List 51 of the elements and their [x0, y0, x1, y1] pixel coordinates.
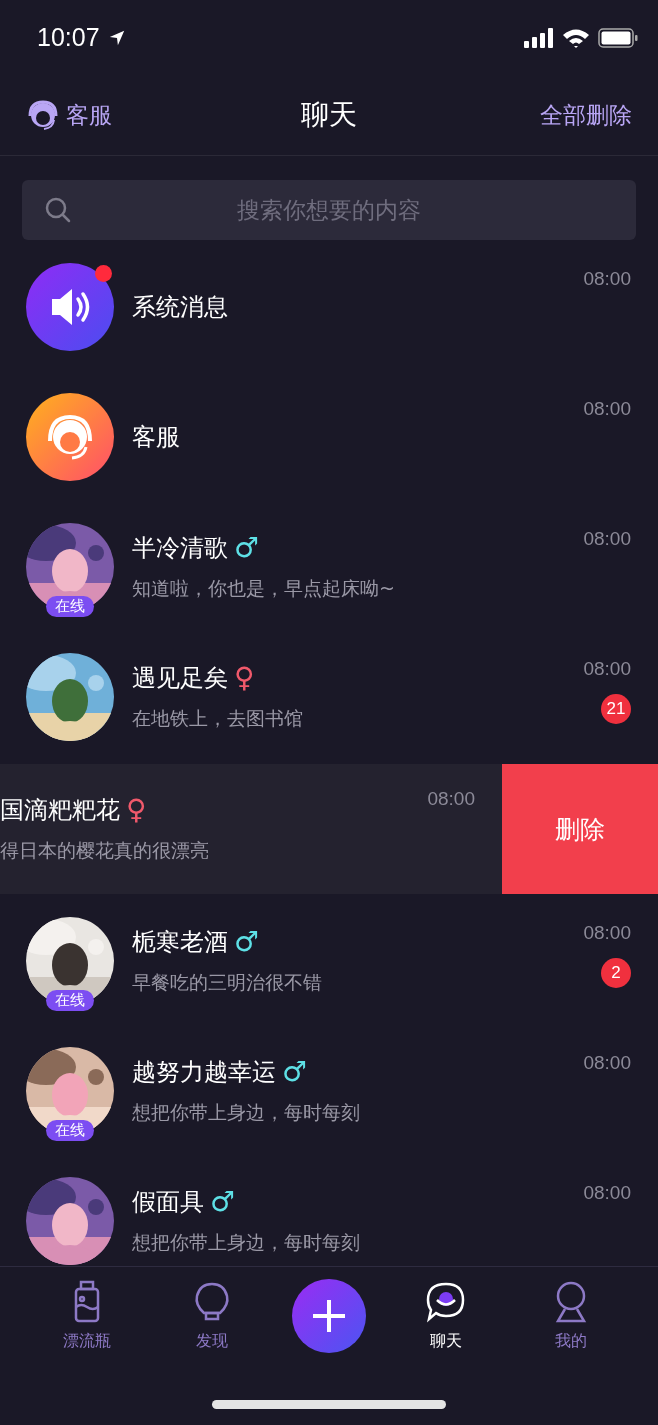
gender-sign: ♂	[234, 534, 260, 562]
page-title: 聊天	[301, 97, 357, 133]
contact-name: 栀寒老酒	[132, 927, 228, 958]
message-preview: 知道啦，你也是，早点起床呦~	[132, 576, 396, 601]
gender-sign: ♂	[210, 1188, 236, 1216]
gender-sign: ♀	[234, 664, 255, 692]
message-preview: 在地铁上，去图书馆	[132, 706, 304, 731]
gender-sign: ♀	[126, 796, 147, 824]
online-tag: 在线	[46, 596, 94, 617]
contact-name: 越努力越幸运	[132, 1057, 276, 1088]
wifi-icon	[562, 27, 590, 48]
message-preview: 早餐吃的三明治很不错	[132, 970, 323, 995]
unread-count: 2	[601, 958, 631, 988]
search-field[interactable]: 搜索你想要的内容	[22, 180, 636, 240]
message-time: 08:00	[583, 268, 631, 290]
contact-name: 系统消息	[132, 292, 228, 323]
gender-sign: ♂	[234, 928, 260, 956]
contact-name: 假面具	[132, 1187, 204, 1218]
contact-name: 客服	[132, 422, 180, 453]
speaker-icon	[26, 263, 114, 351]
tab[interactable]: 我的	[526, 1279, 617, 1352]
message-time: 08:00	[583, 1052, 631, 1074]
gender-sign: ♂	[282, 1058, 308, 1086]
message-preview: 得日本的樱花真的很漂亮	[0, 838, 210, 863]
message-time: 08:00	[583, 528, 631, 550]
message-time: 08:00	[583, 398, 631, 420]
message-time: 08:00	[583, 658, 631, 680]
customer-service-button[interactable]: 客服	[26, 98, 112, 132]
search-icon	[44, 196, 72, 224]
chat-row[interactable]: 国滴粑粑花 ♀ 得日本的樱花真的很漂亮 08:00	[0, 764, 502, 894]
tab[interactable]: 聊天	[401, 1279, 492, 1352]
battery-icon	[598, 27, 638, 48]
message-time: 08:00	[583, 922, 631, 944]
unread-count: 21	[601, 694, 631, 724]
message-time: 08:00	[427, 788, 475, 810]
online-tag: 在线	[46, 990, 94, 1011]
tab[interactable]: 发现	[166, 1279, 257, 1352]
online-tag: 在线	[46, 1120, 94, 1141]
message-time: 08:00	[583, 1182, 631, 1204]
signal-icon	[524, 27, 554, 48]
tab[interactable]: 漂流瓶	[41, 1279, 132, 1352]
delete-button[interactable]: 删除	[502, 764, 658, 894]
message-preview: 想把你带上身边，每时每刻	[132, 1230, 361, 1255]
message-preview: 想把你带上身边，每时每刻	[132, 1100, 361, 1125]
headset-icon	[26, 393, 114, 481]
status-time: 10:07	[37, 23, 100, 52]
contact-name: 遇见足矣	[132, 663, 228, 694]
delete-all-button[interactable]: 全部删除	[540, 99, 632, 131]
contact-name: 国滴粑粑花	[0, 795, 120, 826]
contact-name: 半冷清歌	[132, 533, 228, 564]
headset-icon	[26, 98, 60, 132]
